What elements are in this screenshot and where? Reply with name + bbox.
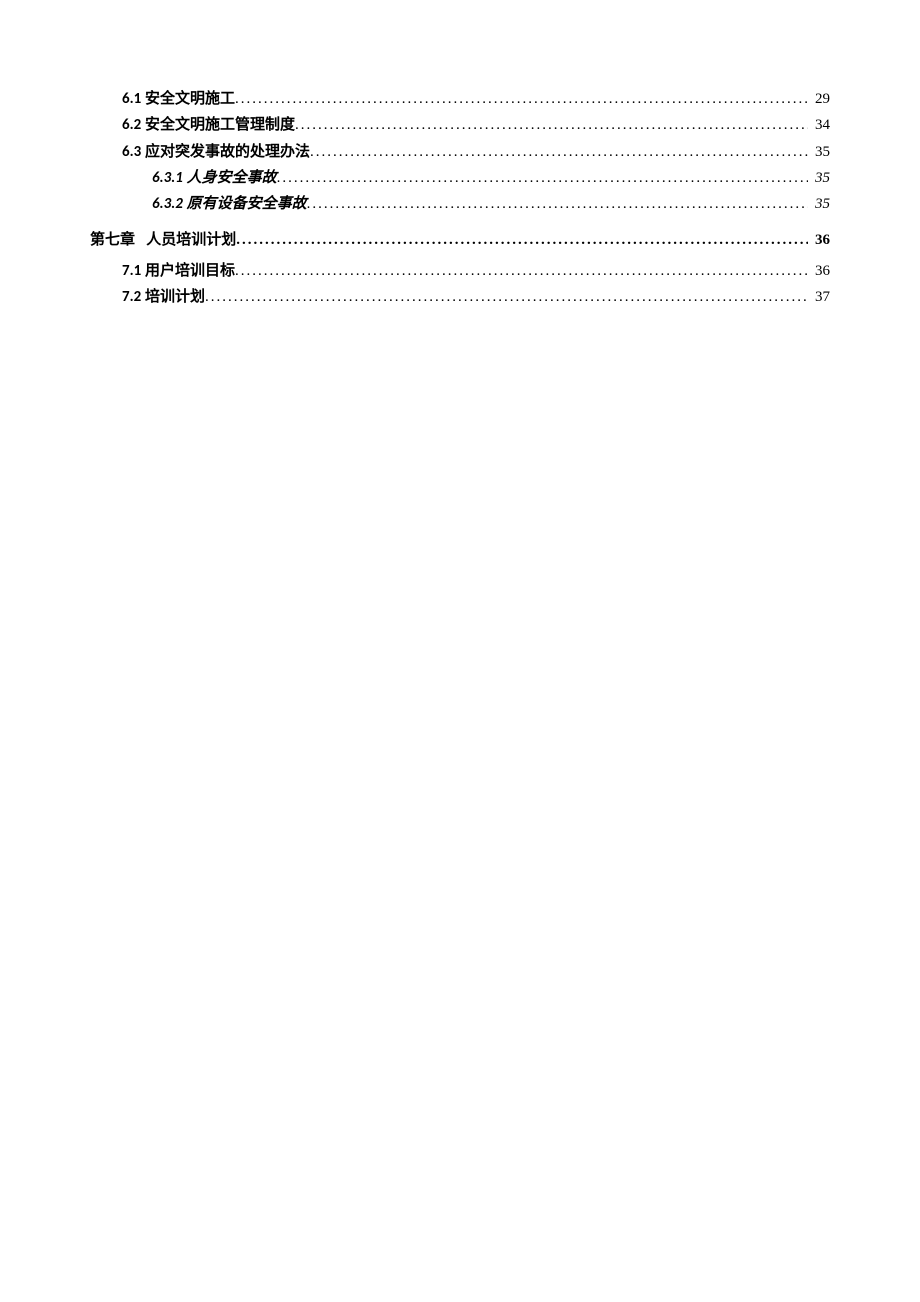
toc-entry-page: 37 [808, 284, 830, 310]
toc-entry-label: 第七章 人员培训计划 [90, 227, 236, 253]
toc-entry-page: 34 [808, 112, 830, 138]
table-of-contents: 6.1 安全文明施工 29 6.2 安全文明施工管理制度 34 6.3 应对突发… [90, 86, 830, 310]
toc-entry-page: 36 [808, 227, 830, 253]
toc-entry: 7.1 用户培训目标 36 [90, 258, 830, 284]
toc-dot-leader [235, 86, 808, 112]
toc-entry: 6.2 安全文明施工管理制度 34 [90, 112, 830, 138]
toc-entry-label: 6.1 安全文明施工 [122, 86, 235, 112]
toc-entry-label: 7.1 用户培训目标 [122, 258, 235, 284]
toc-entry-label: 6.3 应对突发事故的处理办法 [122, 139, 310, 165]
toc-entry-page: 35 [808, 191, 830, 217]
toc-dot-leader [236, 227, 808, 253]
toc-entry-label: 6.3.2 原有设备安全事故 [152, 191, 307, 217]
toc-dot-leader [205, 284, 808, 310]
toc-entry: 6.3 应对突发事故的处理办法 35 [90, 139, 830, 165]
toc-entry-page: 35 [808, 165, 830, 191]
toc-entry-label: 6.2 安全文明施工管理制度 [122, 112, 295, 138]
toc-dot-leader [307, 191, 808, 217]
toc-dot-leader [277, 165, 808, 191]
toc-entry: 6.3.2 原有设备安全事故 35 [90, 191, 830, 217]
toc-entry-label: 7.2 培训计划 [122, 284, 205, 310]
toc-entry-label: 6.3.1 人身安全事故 [152, 165, 277, 191]
toc-entry: 7.2 培训计划 37 [90, 284, 830, 310]
toc-entry: 6.1 安全文明施工 29 [90, 86, 830, 112]
toc-dot-leader [295, 112, 808, 138]
toc-entry-page: 29 [808, 86, 830, 112]
toc-dot-leader [235, 258, 808, 284]
toc-chapter-entry: 第七章 人员培训计划 36 [90, 227, 830, 253]
toc-entry-page: 36 [808, 258, 830, 284]
toc-dot-leader [310, 139, 808, 165]
toc-entry-page: 35 [808, 139, 830, 165]
toc-entry: 6.3.1 人身安全事故 35 [90, 165, 830, 191]
